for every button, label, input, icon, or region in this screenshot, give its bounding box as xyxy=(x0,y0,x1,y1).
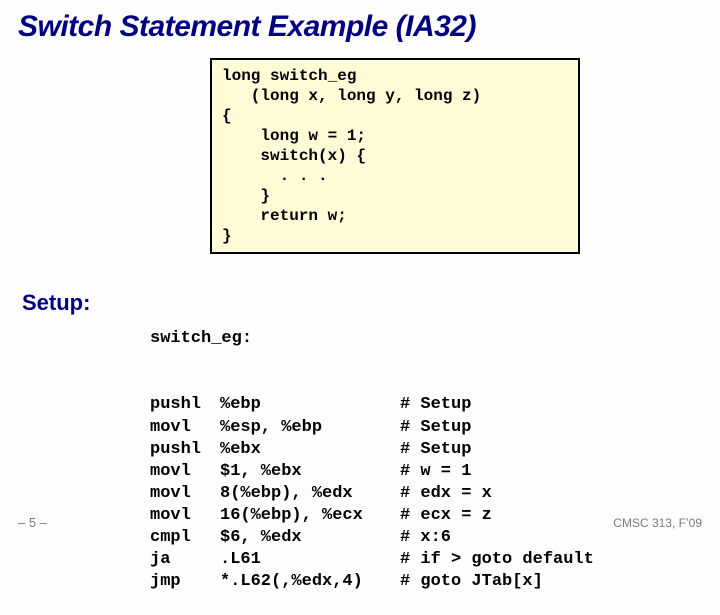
asm-row: pushl%ebx# Setup xyxy=(150,439,600,461)
asm-args: *.L62(,%edx,4) xyxy=(220,571,400,593)
asm-args: 8(%ebp), %edx xyxy=(220,483,400,505)
course-footer: CMSC 313, F’09 xyxy=(613,516,702,530)
asm-row: jmp*.L62(,%edx,4)# goto JTab[x] xyxy=(150,571,600,593)
asm-op: pushl xyxy=(150,394,220,416)
asm-row: movl%esp, %ebp# Setup xyxy=(150,417,600,439)
page-number: – 5 – xyxy=(18,515,47,530)
assembly-block: switch_eg: pushl%ebp# Setupmovl%esp, %eb… xyxy=(150,284,600,615)
asm-op: movl xyxy=(150,505,220,527)
asm-op: movl xyxy=(150,483,220,505)
asm-row: cmpl$6, %edx# x:6 xyxy=(150,527,600,549)
asm-comment: # ecx = z xyxy=(400,505,600,527)
asm-comment: # x:6 xyxy=(400,527,600,549)
asm-args: 16(%ebp), %ecx xyxy=(220,505,400,527)
asm-comment: # w = 1 xyxy=(400,461,600,483)
asm-row: ja.L61# if > goto default xyxy=(150,549,600,571)
asm-op: movl xyxy=(150,417,220,439)
asm-args: $1, %ebx xyxy=(220,461,400,483)
asm-row: movl$1, %ebx# w = 1 xyxy=(150,461,600,483)
setup-heading: Setup: xyxy=(22,290,90,316)
asm-op: ja xyxy=(150,549,220,571)
asm-op: cmpl xyxy=(150,527,220,549)
asm-comment: # Setup xyxy=(400,417,600,439)
asm-comment: # goto JTab[x] xyxy=(400,571,600,593)
asm-args: $6, %edx xyxy=(220,527,400,549)
slide-title: Switch Statement Example (IA32) xyxy=(0,0,720,44)
asm-row: pushl%ebp# Setup xyxy=(150,394,600,416)
asm-row: movl8(%ebp), %edx# edx = x xyxy=(150,483,600,505)
asm-args: %ebx xyxy=(220,439,400,461)
asm-row: movl16(%ebp), %ecx# ecx = z xyxy=(150,505,600,527)
asm-op: movl xyxy=(150,461,220,483)
asm-comment: # if > goto default xyxy=(400,549,600,571)
asm-function-label: switch_eg: xyxy=(150,328,600,350)
asm-args: %ebp xyxy=(220,394,400,416)
asm-table: pushl%ebp# Setupmovl%esp, %ebp# Setuppus… xyxy=(150,394,600,593)
asm-comment: # Setup xyxy=(400,394,600,416)
asm-op: jmp xyxy=(150,571,220,593)
asm-args: .L61 xyxy=(220,549,400,571)
c-code-box: long switch_eg (long x, long y, long z) … xyxy=(210,58,580,254)
asm-args: %esp, %ebp xyxy=(220,417,400,439)
asm-comment: # edx = x xyxy=(400,483,600,505)
asm-op: pushl xyxy=(150,439,220,461)
asm-comment: # Setup xyxy=(400,439,600,461)
